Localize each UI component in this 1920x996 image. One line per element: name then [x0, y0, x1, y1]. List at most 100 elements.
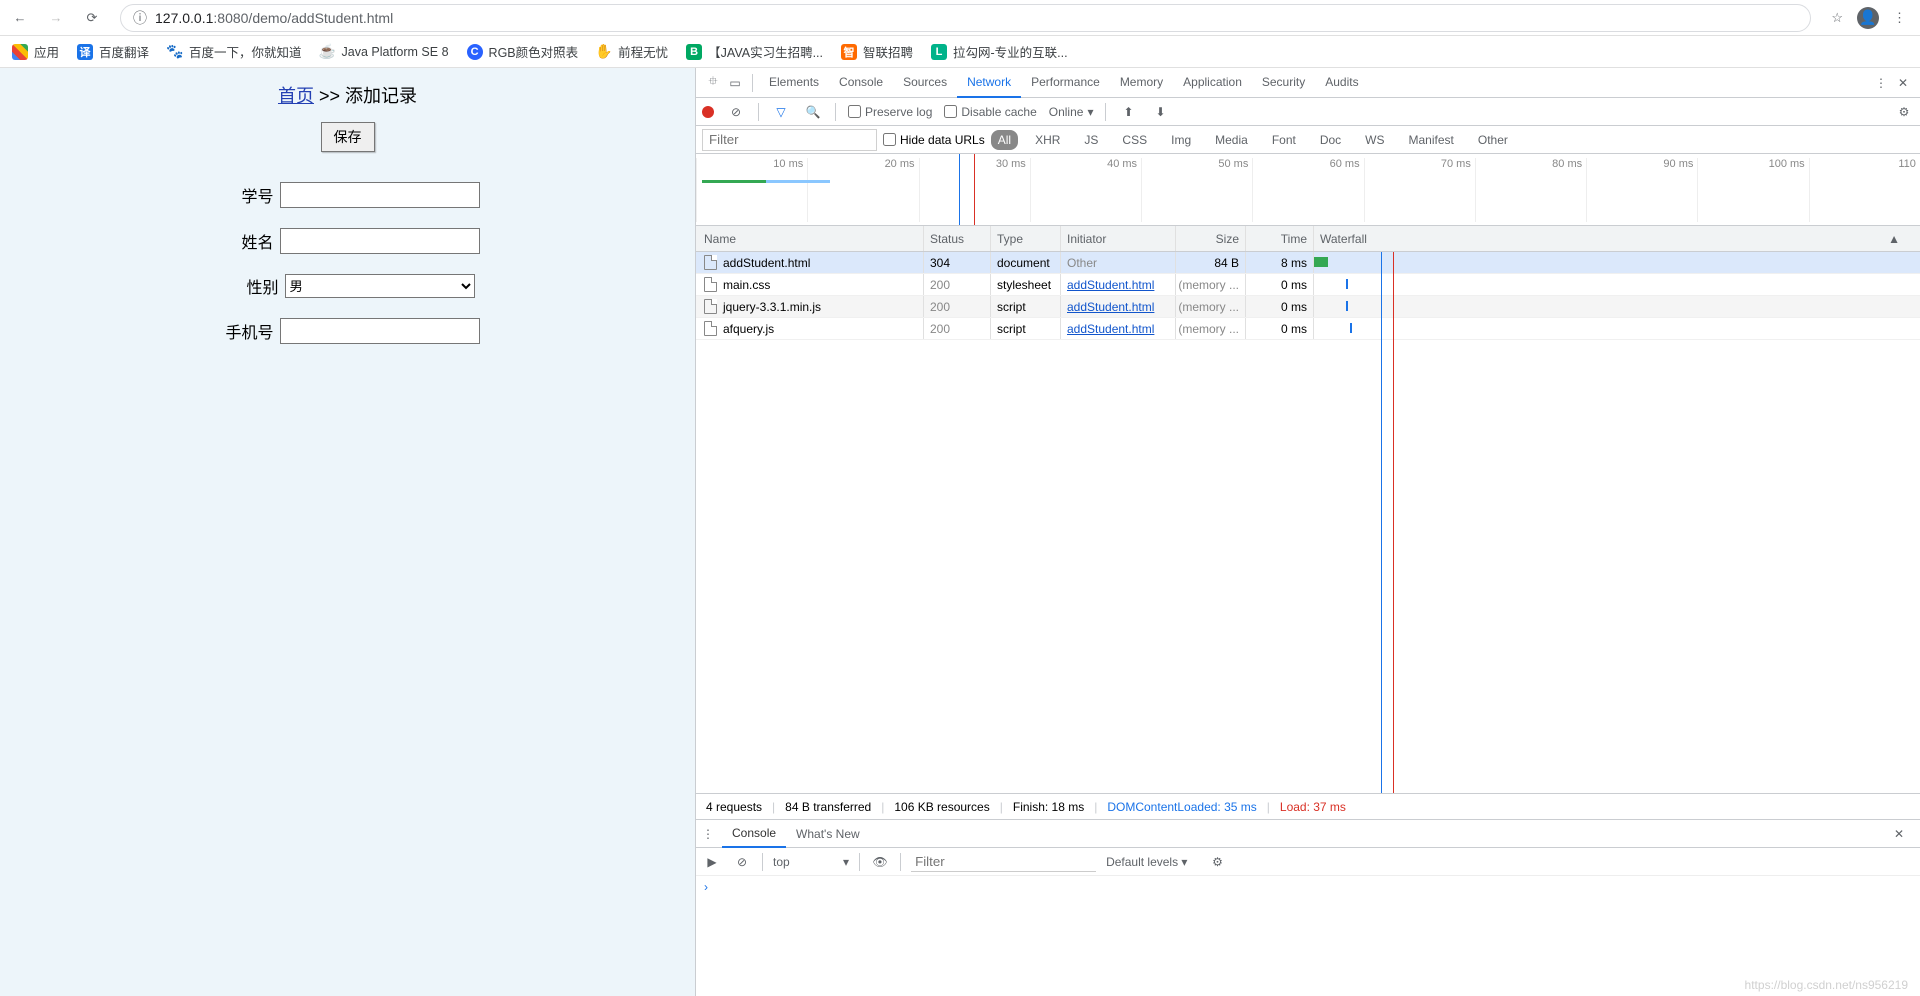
- bookmark-item[interactable]: L拉勾网-专业的互联...: [931, 42, 1068, 61]
- bookmark-item[interactable]: 智智联招聘: [841, 42, 913, 61]
- table-row[interactable]: afquery.js200scriptaddStudent.html(memor…: [696, 318, 1920, 340]
- back-button[interactable]: ←: [8, 6, 32, 30]
- network-table: Name Status Type Initiator Size Time Wat…: [696, 226, 1920, 793]
- filter-type-ws[interactable]: WS: [1358, 130, 1391, 150]
- bookmark-icon: C: [467, 44, 483, 60]
- eye-icon[interactable]: 👁: [870, 852, 890, 872]
- input-sid[interactable]: [280, 182, 480, 208]
- url-text: 127.0.0.1:8080/demo/addStudent.html: [155, 10, 393, 26]
- bookmark-icon: B: [686, 44, 702, 60]
- bookmark-item[interactable]: B【JAVA实习生招聘...: [686, 42, 823, 61]
- table-row[interactable]: main.css200stylesheetaddStudent.html(mem…: [696, 274, 1920, 296]
- filter-type-other[interactable]: Other: [1471, 130, 1515, 150]
- label-phone: 手机号: [216, 319, 274, 343]
- label-sid: 学号: [216, 183, 274, 207]
- file-icon: [704, 277, 717, 292]
- filter-input[interactable]: [702, 129, 877, 151]
- filter-icon[interactable]: ▽: [771, 102, 791, 122]
- download-icon[interactable]: ⬇: [1150, 102, 1170, 122]
- profile-icon[interactable]: 👤: [1857, 7, 1879, 29]
- menu-icon[interactable]: ⋮: [1893, 10, 1906, 26]
- drawer-close-icon[interactable]: ✕: [1894, 827, 1914, 841]
- network-timeline[interactable]: 10 ms20 ms30 ms40 ms50 ms60 ms70 ms80 ms…: [696, 154, 1920, 226]
- info-icon: ⓘ: [133, 8, 147, 28]
- console-toolbar: ▶ ⊘ top ▾ 👁 Default levels ▾ ⚙: [696, 848, 1920, 876]
- table-header[interactable]: Name Status Type Initiator Size Time Wat…: [696, 226, 1920, 252]
- clear-icon[interactable]: ⊘: [726, 102, 746, 122]
- devtools-tab-sources[interactable]: Sources: [893, 68, 957, 98]
- filter-type-css[interactable]: CSS: [1115, 130, 1154, 150]
- input-phone[interactable]: [280, 318, 480, 344]
- page-viewport: 首页 >> 添加记录 保存 学号 姓名 性别 男 手机号: [0, 68, 695, 996]
- bookmark-icon: 🐾: [167, 44, 183, 60]
- preserve-log-checkbox[interactable]: Preserve log: [848, 105, 932, 119]
- upload-icon[interactable]: ⬆: [1118, 102, 1138, 122]
- save-button[interactable]: 保存: [321, 122, 375, 152]
- devtools-tab-console[interactable]: Console: [829, 68, 893, 98]
- bookmark-icon: 译: [77, 44, 93, 60]
- console-clear-icon[interactable]: ⊘: [732, 852, 752, 872]
- inspect-icon[interactable]: ⯐: [702, 72, 724, 94]
- devtools-menu-icon[interactable]: ⋮: [1870, 72, 1892, 94]
- address-bar[interactable]: ⓘ 127.0.0.1:8080/demo/addStudent.html: [120, 4, 1811, 32]
- console-body[interactable]: ›: [696, 876, 1920, 996]
- levels-select[interactable]: Default levels ▾: [1106, 855, 1187, 869]
- device-icon[interactable]: ▭: [724, 72, 746, 94]
- devtools-tab-security[interactable]: Security: [1252, 68, 1315, 98]
- filter-type-media[interactable]: Media: [1208, 130, 1255, 150]
- bookmark-icon: ☕: [320, 44, 336, 60]
- star-icon[interactable]: ☆: [1831, 10, 1843, 26]
- filter-type-img[interactable]: Img: [1164, 130, 1198, 150]
- console-play-icon[interactable]: ▶: [702, 852, 722, 872]
- bookmark-icon: L: [931, 44, 947, 60]
- devtools-tab-network[interactable]: Network: [957, 68, 1021, 98]
- bookmark-icon: [12, 44, 28, 60]
- input-name[interactable]: [280, 228, 480, 254]
- console-settings-icon[interactable]: ⚙: [1207, 852, 1227, 872]
- filter-type-js[interactable]: JS: [1077, 130, 1105, 150]
- devtools-tab-audits[interactable]: Audits: [1315, 68, 1368, 98]
- devtools-panel: ⯐ ▭ ElementsConsoleSourcesNetworkPerform…: [695, 68, 1920, 996]
- hide-data-urls-checkbox[interactable]: Hide data URLs: [883, 133, 985, 147]
- forward-button[interactable]: →: [44, 6, 68, 30]
- file-icon: [704, 255, 717, 270]
- bookmark-item[interactable]: ☕Java Platform SE 8: [320, 44, 449, 60]
- browser-toolbar: ← → ⟳ ⓘ 127.0.0.1:8080/demo/addStudent.h…: [0, 0, 1920, 36]
- tab-console[interactable]: Console: [722, 820, 786, 848]
- filter-type-font[interactable]: Font: [1265, 130, 1303, 150]
- devtools-tab-performance[interactable]: Performance: [1021, 68, 1110, 98]
- filter-type-xhr[interactable]: XHR: [1028, 130, 1067, 150]
- console-filter-input[interactable]: [911, 852, 1096, 872]
- devtools-close-icon[interactable]: ✕: [1892, 72, 1914, 94]
- devtools-tabs: ⯐ ▭ ElementsConsoleSourcesNetworkPerform…: [696, 68, 1920, 98]
- bookmark-item[interactable]: 🐾百度一下，你就知道: [167, 42, 302, 61]
- bookmark-item[interactable]: 应用: [12, 42, 59, 61]
- reload-button[interactable]: ⟳: [80, 6, 104, 30]
- table-row[interactable]: jquery-3.3.1.min.js200scriptaddStudent.h…: [696, 296, 1920, 318]
- filter-type-all[interactable]: All: [991, 130, 1018, 150]
- home-link[interactable]: 首页: [278, 86, 314, 106]
- devtools-tab-application[interactable]: Application: [1173, 68, 1252, 98]
- settings-icon[interactable]: ⚙: [1894, 102, 1914, 122]
- tab-whats-new[interactable]: What's New: [786, 821, 870, 847]
- bookmark-item[interactable]: ✋前程无忧: [596, 42, 668, 61]
- devtools-tab-memory[interactable]: Memory: [1110, 68, 1173, 98]
- bookmark-item[interactable]: CRGB颜色对照表: [467, 42, 579, 61]
- record-button[interactable]: [702, 106, 714, 118]
- filter-type-manifest[interactable]: Manifest: [1402, 130, 1461, 150]
- console-drawer: ⋮ Console What's New ✕ ▶ ⊘ top ▾ 👁 Defau…: [696, 819, 1920, 996]
- table-row[interactable]: addStudent.html304documentOther84 B8 ms: [696, 252, 1920, 274]
- label-gender: 性别: [221, 274, 279, 298]
- devtools-tab-elements[interactable]: Elements: [759, 68, 829, 98]
- bookmark-icon: ✋: [596, 44, 612, 60]
- network-filter-bar: Hide data URLs All XHR JS CSS Img Media Font Do…: [696, 126, 1920, 154]
- drawer-menu-icon[interactable]: ⋮: [702, 827, 722, 841]
- throttle-select[interactable]: Online ▾: [1049, 105, 1094, 119]
- bookmark-item[interactable]: 译百度翻译: [77, 42, 149, 61]
- context-select[interactable]: top ▾: [773, 855, 849, 869]
- bookmark-icon: 智: [841, 44, 857, 60]
- disable-cache-checkbox[interactable]: Disable cache: [944, 105, 1036, 119]
- select-gender[interactable]: 男: [285, 274, 475, 298]
- filter-type-doc[interactable]: Doc: [1313, 130, 1348, 150]
- search-icon[interactable]: 🔍: [803, 102, 823, 122]
